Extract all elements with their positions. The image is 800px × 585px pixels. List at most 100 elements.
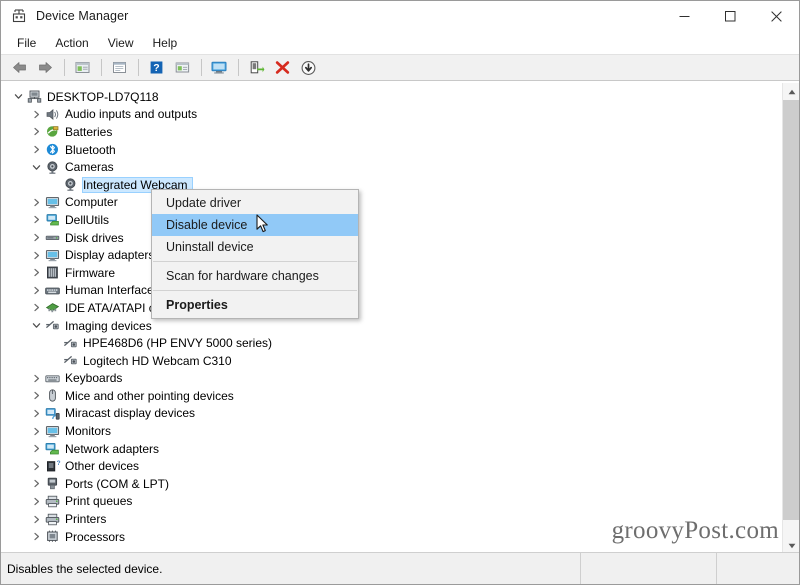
- tree-item[interactable]: HPE468D6 (HP ENVY 5000 series): [1, 334, 781, 352]
- title-bar: Device Manager: [1, 1, 799, 31]
- tree-item-label: Keyboards: [65, 371, 123, 386]
- tree-item[interactable]: Bluetooth: [1, 141, 781, 159]
- tree-item[interactable]: Display adapters: [1, 246, 781, 264]
- forward-icon[interactable]: [33, 57, 57, 79]
- chevron-right-icon[interactable]: [29, 230, 44, 245]
- show-hide-console-tree-icon[interactable]: [70, 57, 94, 79]
- chevron-right-icon[interactable]: [29, 265, 44, 280]
- chevron-right-icon[interactable]: [29, 512, 44, 527]
- close-button[interactable]: [753, 1, 799, 31]
- tree-item[interactable]: Network adapters: [1, 440, 781, 458]
- chevron-right-icon[interactable]: [29, 371, 44, 386]
- tree-item[interactable]: Imaging devices: [1, 317, 781, 335]
- vertical-scrollbar[interactable]: [782, 83, 799, 554]
- tree-item[interactable]: Logitech HD Webcam C310: [1, 352, 781, 370]
- chevron-right-icon[interactable]: [29, 248, 44, 263]
- chevron-right-icon[interactable]: [29, 388, 44, 403]
- tree-item[interactable]: IDE ATA/ATAPI controllers: [1, 299, 781, 317]
- tree-item-label: Cameras: [65, 160, 114, 175]
- tree-item[interactable]: Print queues: [1, 493, 781, 511]
- tree-item[interactable]: DellUtils: [1, 211, 781, 229]
- chevron-down-icon[interactable]: [11, 89, 26, 104]
- context-menu: Update driver Disable device Uninstall dev…: [151, 189, 359, 319]
- chevron-right-icon[interactable]: [29, 195, 44, 210]
- scrollbar-thumb[interactable]: [783, 100, 799, 520]
- tree-item[interactable]: Firmware: [1, 264, 781, 282]
- status-panel-3: [717, 553, 799, 584]
- update-driver-icon[interactable]: [170, 57, 194, 79]
- tree-item[interactable]: Audio inputs and outputs: [1, 106, 781, 124]
- tree-item[interactable]: Computer: [1, 194, 781, 212]
- chevron-right-icon[interactable]: [29, 212, 44, 227]
- status-panel-2: [581, 553, 717, 584]
- help-icon[interactable]: ?: [144, 57, 168, 79]
- menu-help[interactable]: Help: [144, 34, 187, 52]
- context-menu-item-disable-device[interactable]: Disable device: [152, 214, 358, 236]
- tree-item-label: Audio inputs and outputs: [65, 107, 198, 122]
- tree-item-label: DellUtils: [65, 212, 110, 227]
- context-menu-item-label: Properties: [166, 298, 228, 312]
- tree-item[interactable]: Monitors: [1, 422, 781, 440]
- tree-item[interactable]: DESKTOP-LD7Q118: [1, 88, 781, 106]
- context-menu-item-scan-for-hardware-changes[interactable]: Scan for hardware changes: [152, 265, 358, 287]
- tree-item[interactable]: Ports (COM & LPT): [1, 475, 781, 493]
- toolbar-separator: [138, 59, 139, 76]
- toolbar-separator: [64, 59, 65, 76]
- firmware-icon: [44, 265, 61, 280]
- menu-file[interactable]: File: [8, 34, 45, 52]
- audio-icon: [44, 107, 61, 122]
- chevron-right-icon[interactable]: [29, 459, 44, 474]
- chevron-right-icon[interactable]: [29, 424, 44, 439]
- chevron-right-icon[interactable]: [29, 494, 44, 509]
- printer-icon: [44, 494, 61, 509]
- menu-view[interactable]: View: [99, 34, 143, 52]
- tree-item[interactable]: Human Interface Devices: [1, 282, 781, 300]
- tree-item[interactable]: Disk drives: [1, 229, 781, 247]
- context-menu-item-uninstall-device[interactable]: Uninstall device: [152, 236, 358, 258]
- chevron-down-icon[interactable]: [29, 318, 44, 333]
- enable-device-icon[interactable]: [244, 57, 268, 79]
- tree-item[interactable]: Cameras: [1, 158, 781, 176]
- disable-device-icon[interactable]: [296, 57, 320, 79]
- tree-item[interactable]: ? Other devices: [1, 457, 781, 475]
- status-bar: Disables the selected device.: [1, 552, 799, 584]
- tree-item-label: Miracast display devices: [65, 406, 196, 421]
- tree-item[interactable]: Mice and other pointing devices: [1, 387, 781, 405]
- tree-item-label: Firmware: [65, 265, 115, 280]
- tree-item-label: Imaging devices: [65, 318, 152, 333]
- chevron-right-icon[interactable]: [29, 529, 44, 544]
- chevron-right-icon[interactable]: [29, 300, 44, 315]
- printer-icon: [44, 512, 61, 527]
- tree-item-label: Computer: [65, 195, 118, 210]
- chevron-down-icon[interactable]: [29, 160, 44, 175]
- context-menu-item-update-driver[interactable]: Update driver: [152, 192, 358, 214]
- chevron-right-icon[interactable]: [29, 406, 44, 421]
- menu-action[interactable]: Action: [46, 34, 97, 52]
- tree-item[interactable]: Miracast display devices: [1, 405, 781, 423]
- hid-icon: [44, 283, 61, 298]
- uninstall-device-icon[interactable]: [270, 57, 294, 79]
- chevron-right-icon[interactable]: [29, 107, 44, 122]
- properties-icon[interactable]: [107, 57, 131, 79]
- imaging-device-icon: [62, 336, 79, 351]
- toolbar-separator: [238, 59, 239, 76]
- window-controls: [661, 1, 799, 31]
- maximize-button[interactable]: [707, 1, 753, 31]
- chevron-right-icon[interactable]: [29, 283, 44, 298]
- device-tree[interactable]: DESKTOP-LD7Q118 Audio inputs and outputs B…: [1, 83, 799, 554]
- chevron-right-icon[interactable]: [29, 124, 44, 139]
- tree-item[interactable]: Batteries: [1, 123, 781, 141]
- scan-hardware-changes-icon[interactable]: [207, 57, 231, 79]
- chevron-right-icon[interactable]: [29, 142, 44, 157]
- context-menu-item-properties[interactable]: Properties: [152, 294, 358, 316]
- tree-item[interactable]: Keyboards: [1, 370, 781, 388]
- minimize-button[interactable]: [661, 1, 707, 31]
- tree-item[interactable]: Integrated Webcam: [1, 176, 781, 194]
- scroll-up-button[interactable]: [783, 83, 799, 100]
- back-icon[interactable]: [7, 57, 31, 79]
- chevron-right-icon[interactable]: [29, 476, 44, 491]
- chevron-right-icon[interactable]: [29, 441, 44, 456]
- tree-item-label: Bluetooth: [65, 142, 116, 157]
- monitor-icon: [44, 424, 61, 439]
- port-icon: [44, 476, 61, 491]
